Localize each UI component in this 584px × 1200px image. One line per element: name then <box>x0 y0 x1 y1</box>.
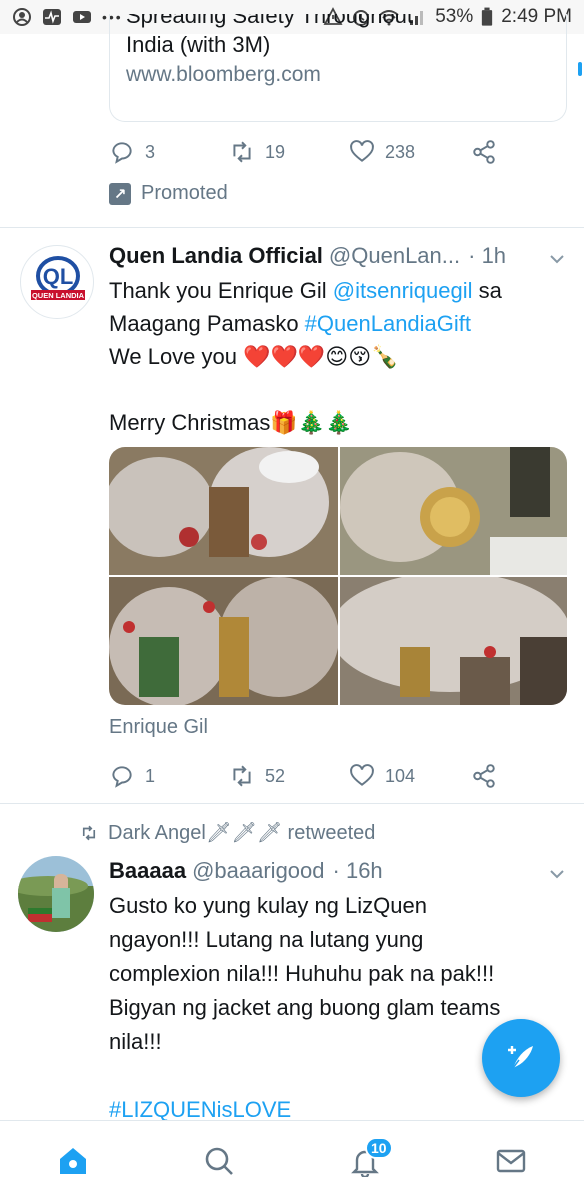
logo-subtext: QUEN LANDIA <box>32 291 85 300</box>
tweet2-line: complexion nila!!! Huhuhu pak na pak!!! <box>109 961 495 986</box>
avatar-baaaaa[interactable] <box>18 856 94 932</box>
search-icon <box>205 1147 233 1175</box>
tweet1-line4: Merry Christmas🎁🎄🎄 <box>109 410 353 435</box>
retweet-icon <box>233 141 251 163</box>
retweeted-by-text: Dark Angel🗡🗡🗡 retweeted <box>108 822 376 844</box>
tagged-user[interactable]: Enrique Gil <box>109 716 208 739</box>
compose-icon <box>508 1046 533 1069</box>
retweet-icon <box>233 765 251 787</box>
youtube-icon <box>73 11 91 23</box>
tab-notifications[interactable]: 10 <box>335 1131 395 1191</box>
reply-button[interactable]: 1 <box>109 763 229 789</box>
account-icon <box>13 8 31 26</box>
reply-count: 1 <box>145 765 156 786</box>
tweet1-line1: Thank you Enrique Gil @itsenriquegil sa <box>109 278 502 303</box>
divider <box>0 803 584 804</box>
like-button[interactable]: 238 <box>349 139 471 165</box>
quen-landia-logo: QL QUEN LANDIA <box>31 256 85 300</box>
tweet1-actions: 1 52 104 <box>109 758 499 794</box>
card-title-clipped: Spreading Safety Throughout <box>126 14 414 28</box>
photo-3[interactable] <box>109 577 338 705</box>
mail-icon <box>496 1149 526 1172</box>
tweet2-header: Baaaaa @baaarigood · 16h <box>109 858 569 884</box>
promoted-label[interactable]: ↗ Promoted <box>109 182 228 205</box>
tweet1-text: Thank you Enrique Gil @itsenriquegil sa … <box>109 274 569 439</box>
author-name[interactable]: Baaaaa <box>109 858 186 884</box>
tweet1-line3: We Love you ❤️❤️❤️😊😚🍾 <box>109 344 399 369</box>
scroll-indicator[interactable] <box>578 62 582 76</box>
tweet2-line: Gusto ko yung kulay ng LizQuen <box>109 893 427 918</box>
share-icon <box>473 140 495 164</box>
status-bar-left: ••• <box>12 7 123 27</box>
tweet1-line2: Maagang Pamasko #QuenLandiaGift <box>109 311 472 336</box>
retweeted-by[interactable]: Dark Angel🗡🗡🗡 retweeted <box>80 820 375 845</box>
tab-messages[interactable] <box>481 1131 541 1191</box>
like-button[interactable]: 104 <box>349 763 471 789</box>
tweet2-line: Bigyan ng jacket ang buong glam teams <box>109 995 501 1020</box>
photo-2[interactable] <box>340 447 567 575</box>
card-title: India (with 3M) <box>126 32 271 57</box>
tweet-time[interactable]: · 16h <box>333 858 383 884</box>
health-icon <box>43 9 61 25</box>
home-icon <box>60 1147 86 1174</box>
retweet-button[interactable]: 52 <box>229 763 349 789</box>
like-count: 238 <box>385 141 416 162</box>
tweet1-header: Quen Landia Official @QuenLan... · 1h <box>109 243 569 269</box>
like-icon <box>350 140 374 162</box>
reply-icon <box>112 142 132 164</box>
promoted-text: Promoted <box>141 182 228 204</box>
tab-search[interactable] <box>189 1131 249 1191</box>
mention-link[interactable]: @itsenriquegil <box>333 278 473 303</box>
reply-count: 3 <box>145 141 156 162</box>
chevron-down-icon[interactable] <box>548 865 566 883</box>
compose-button[interactable] <box>482 1019 560 1097</box>
photo-4[interactable] <box>340 577 567 705</box>
author-name[interactable]: Quen Landia Official <box>109 243 323 269</box>
hashtag-link[interactable]: #QuenLandiaGift <box>305 311 471 336</box>
chevron-down-icon[interactable] <box>548 250 566 268</box>
divider <box>0 227 584 228</box>
share-button[interactable] <box>471 763 497 789</box>
bottom-tab-bar: 10 <box>0 1120 584 1200</box>
share-icon <box>473 764 495 788</box>
retweet-button[interactable]: 19 <box>229 139 349 165</box>
card-domain: www.bloomberg.com <box>126 63 321 86</box>
tweet-time[interactable]: · 1h <box>468 243 506 269</box>
like-count: 104 <box>385 765 416 786</box>
tweet1-media-grid <box>109 447 567 705</box>
tweet2-line: ngayon!!! Lutang na lutang yung <box>109 927 424 952</box>
author-handle[interactable]: @baaarigood <box>192 858 324 884</box>
notifications-badge: 10 <box>365 1136 393 1159</box>
photo-1[interactable] <box>109 447 338 575</box>
retweet-icon <box>82 825 96 840</box>
link-card[interactable]: Spreading Safety Throughout India (with … <box>109 14 567 122</box>
retweet-count: 19 <box>265 141 286 162</box>
retweet-count: 52 <box>265 765 286 786</box>
reply-button[interactable]: 3 <box>109 139 229 165</box>
promo-tweet-actions: 3 19 238 <box>109 134 499 170</box>
logo-text: QL <box>43 264 74 289</box>
like-icon <box>350 764 374 786</box>
avatar-quen-landia[interactable]: QL QUEN LANDIA <box>20 245 94 319</box>
share-button[interactable] <box>471 139 497 165</box>
promoted-icon: ↗ <box>109 182 131 205</box>
author-handle[interactable]: @QuenLan... <box>329 243 460 269</box>
tab-home[interactable] <box>43 1131 103 1191</box>
reply-icon <box>112 766 132 788</box>
avatar-photo <box>18 856 94 932</box>
